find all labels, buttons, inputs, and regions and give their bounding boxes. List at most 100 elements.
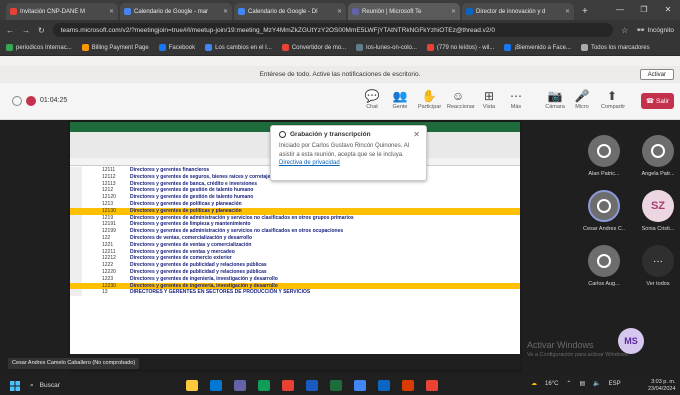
browser-tab[interactable]: Invitación CNP-DANE M ✕ [6,3,118,20]
close-icon[interactable]: ✕ [413,130,420,139]
maximize-icon[interactable]: ❐ [632,0,656,20]
occupation-code: 12199 [102,228,116,235]
forward-icon[interactable]: → [22,26,30,35]
occupation-description: Directores y gerentes de administración … [130,228,344,235]
browser-tab[interactable]: Calendario de Google - mar ✕ [120,3,232,20]
occupation-description: Directores y gerentes de banca, crédito … [130,180,257,187]
occupation-description: Directores y gerentes de ingeniería, inv… [130,275,278,282]
meeting-tool-reaccionar[interactable]: ☺ Reaccionar [447,88,475,110]
meeting-tool-gente[interactable]: 👥 Gente [389,88,411,110]
windows-start-icon[interactable] [10,381,20,391]
self-avatar[interactable]: MS [618,328,644,354]
bookmark-label: periodicos Internac... [16,44,72,51]
occupation-description: Directores y gerentes de políticas y pla… [130,200,242,207]
taskbar-app-icon[interactable] [378,380,390,391]
meeting-tool-más[interactable]: ⋯ Más [505,88,527,110]
participant-tile[interactable]: Carlos Aug... [583,245,625,287]
participant-tile[interactable]: Alan Patric... [583,135,625,177]
row-number [70,241,82,249]
back-icon[interactable]: ← [6,26,14,35]
person-icon [597,199,611,213]
taskbar-app-icon[interactable] [330,380,342,391]
bookmark-item[interactable]: Todos los marcadores [580,44,650,51]
avatar [588,135,620,167]
occupation-description: Directores y gerentes de gestión de tale… [130,187,254,194]
leave-label: Salir [656,97,670,105]
bookmark-item[interactable]: Facebook [158,44,195,51]
row-number [70,180,82,188]
tab-close-icon[interactable]: ✕ [223,8,228,15]
privacy-policy-link[interactable]: Directiva de privacidad [279,160,340,166]
tab-close-icon[interactable]: ✕ [451,8,456,15]
tray-chevron-icon[interactable]: ⌃ [566,380,571,387]
new-tab-button[interactable]: + [576,3,594,20]
bookmark-favicon-icon [356,44,364,51]
bookmark-label: Los cambios en el I... [215,44,272,51]
search-icon: ⌕ [30,381,34,389]
meeting-tool-label: Más [510,104,522,110]
meeting-tool-chat[interactable]: 💬 Chat [361,88,383,110]
row-number [70,262,82,269]
tab-close-icon[interactable]: ✕ [337,8,342,15]
meeting-tool-micro[interactable]: 🎤 Micro [571,88,593,110]
meeting-tool-vista[interactable]: ⊞ Vista [478,88,500,110]
taskbar-app-icon[interactable] [234,380,246,391]
meeting-tool-label: Chat [366,104,378,110]
tab-label: Invitación CNP-DANE M [20,8,86,15]
volume-icon[interactable]: 🔈 [593,380,600,387]
leave-button[interactable]: ☎ Salir [641,93,674,109]
taskbar-app-icon[interactable] [210,380,222,391]
bookmark-item[interactable]: ¡Bienvenido a Face... [504,44,571,51]
taskbar-app-icon[interactable] [306,380,318,391]
bookmark-item[interactable]: periodicos Internac... [6,44,72,51]
activate-notifications-button[interactable]: Activar [639,69,674,80]
tab-favicon-icon [238,8,245,15]
tab-close-icon[interactable]: ✕ [565,8,570,15]
view-all-participants[interactable]: ··· Ver todos [637,245,679,287]
bookmark-item[interactable]: Convertidor de mo... [281,44,346,51]
taskbar-app-icon[interactable] [402,380,414,391]
occupation-code: 12120 [102,194,116,201]
incognito-indicator[interactable]: 🕶 Incógnito [636,26,674,35]
browser-tab[interactable]: Reunión | Microsoft Te ✕ [348,3,460,20]
bookmarks-bar: periodicos Internac... Billing Payment P… [0,40,680,56]
meeting-tool-participar[interactable]: ✋ Participar [418,88,441,110]
occupation-code: 12112 [102,173,116,180]
row-number [70,167,82,174]
row-number [70,234,82,242]
meeting-tool-compartir[interactable]: ⬆ Compartir [601,88,625,110]
taskbar-app-icon[interactable] [258,380,270,391]
view-icon: ⊞ [483,89,495,103]
occupation-description: DIRECTORES Y GERENTES EN SECTORES DE PRO… [130,289,311,296]
banner-text: Entérese de todo. Active las notificacio… [259,71,421,78]
taskbar-search[interactable]: ⌕ Buscar [30,379,60,392]
taskbar-app-icon[interactable] [354,380,366,391]
taskbar-app-icon[interactable] [186,380,198,391]
taskbar-app-icon[interactable] [426,380,438,391]
language-indicator[interactable]: ESP [609,381,621,387]
participant-tile[interactable]: Cesar Andres C... [583,190,625,232]
participant-tile[interactable]: Angela Patr... [637,135,679,177]
close-icon[interactable]: ✕ [656,0,680,20]
minimize-icon[interactable]: — [608,0,632,20]
bookmark-favicon-icon [158,44,166,51]
browser-tab[interactable]: Calendario de Google - Dí ✕ [234,3,346,20]
bookmark-item[interactable]: Los cambios en el I... [205,44,272,51]
bookmark-item[interactable]: Billing Payment Page [81,44,149,51]
reload-icon[interactable]: ↻ [38,26,45,35]
avatar [588,190,620,222]
network-icon[interactable]: ▤ [579,380,585,387]
url-field[interactable]: teams.microsoft.com/v2/?meetingjoin=true… [52,23,614,37]
meeting-tool-label: Micro [575,104,589,110]
taskbar-app-icon[interactable] [282,380,294,391]
bookmark-item[interactable]: los-lunes-on-colo... [356,44,417,51]
participant-tile[interactable]: SZ Sonia Cristi... [637,190,679,232]
tab-close-icon[interactable]: ✕ [109,8,114,15]
clock[interactable]: 3:03 p. m. 23/04/2024 [648,379,676,393]
bookmark-item[interactable]: (779 no leídos) - wil... [426,44,494,51]
meeting-tool-cámara[interactable]: 📷 Cámara [544,88,566,110]
browser-tab[interactable]: Director de innovación y d ✕ [462,3,574,20]
bookmark-star-icon[interactable]: ☆ [621,26,628,35]
popup-title: Grabación y transcripción [290,131,371,138]
row-number [70,255,82,263]
